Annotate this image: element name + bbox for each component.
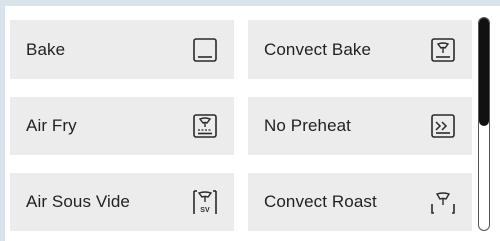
- cooking-mode-panel: Bake Convect Bake Air Fry No Preheat Air…: [0, 0, 500, 241]
- mode-tile-convect-bake[interactable]: Convect Bake: [248, 20, 472, 79]
- scrollbar[interactable]: [478, 17, 490, 231]
- air-fry-icon: [190, 111, 220, 141]
- mode-label: No Preheat: [264, 116, 351, 135]
- no-preheat-icon: [428, 111, 458, 141]
- mode-label: Air Fry: [26, 116, 77, 135]
- bake-icon: [190, 35, 220, 65]
- convect-bake-icon: [428, 35, 458, 65]
- scroll-thumb[interactable]: [479, 18, 489, 126]
- left-border: [0, 0, 5, 241]
- mode-tile-air-sous-vide[interactable]: Air Sous Vide SV: [10, 173, 234, 231]
- convect-roast-icon: [428, 187, 458, 217]
- mode-label: Convect Roast: [264, 192, 377, 211]
- sous-vide-text: SV: [200, 207, 210, 214]
- top-border: [0, 0, 500, 6]
- air-sous-vide-icon: SV: [190, 187, 220, 217]
- mode-tile-convect-roast[interactable]: Convect Roast: [248, 173, 472, 231]
- mode-label: Bake: [26, 39, 66, 59]
- mode-tile-no-preheat[interactable]: No Preheat: [248, 97, 472, 155]
- mode-tile-bake[interactable]: Bake: [10, 20, 234, 79]
- mode-tile-air-fry[interactable]: Air Fry: [10, 97, 234, 155]
- mode-label: Air Sous Vide: [26, 192, 130, 211]
- mode-label: Convect Bake: [264, 39, 372, 59]
